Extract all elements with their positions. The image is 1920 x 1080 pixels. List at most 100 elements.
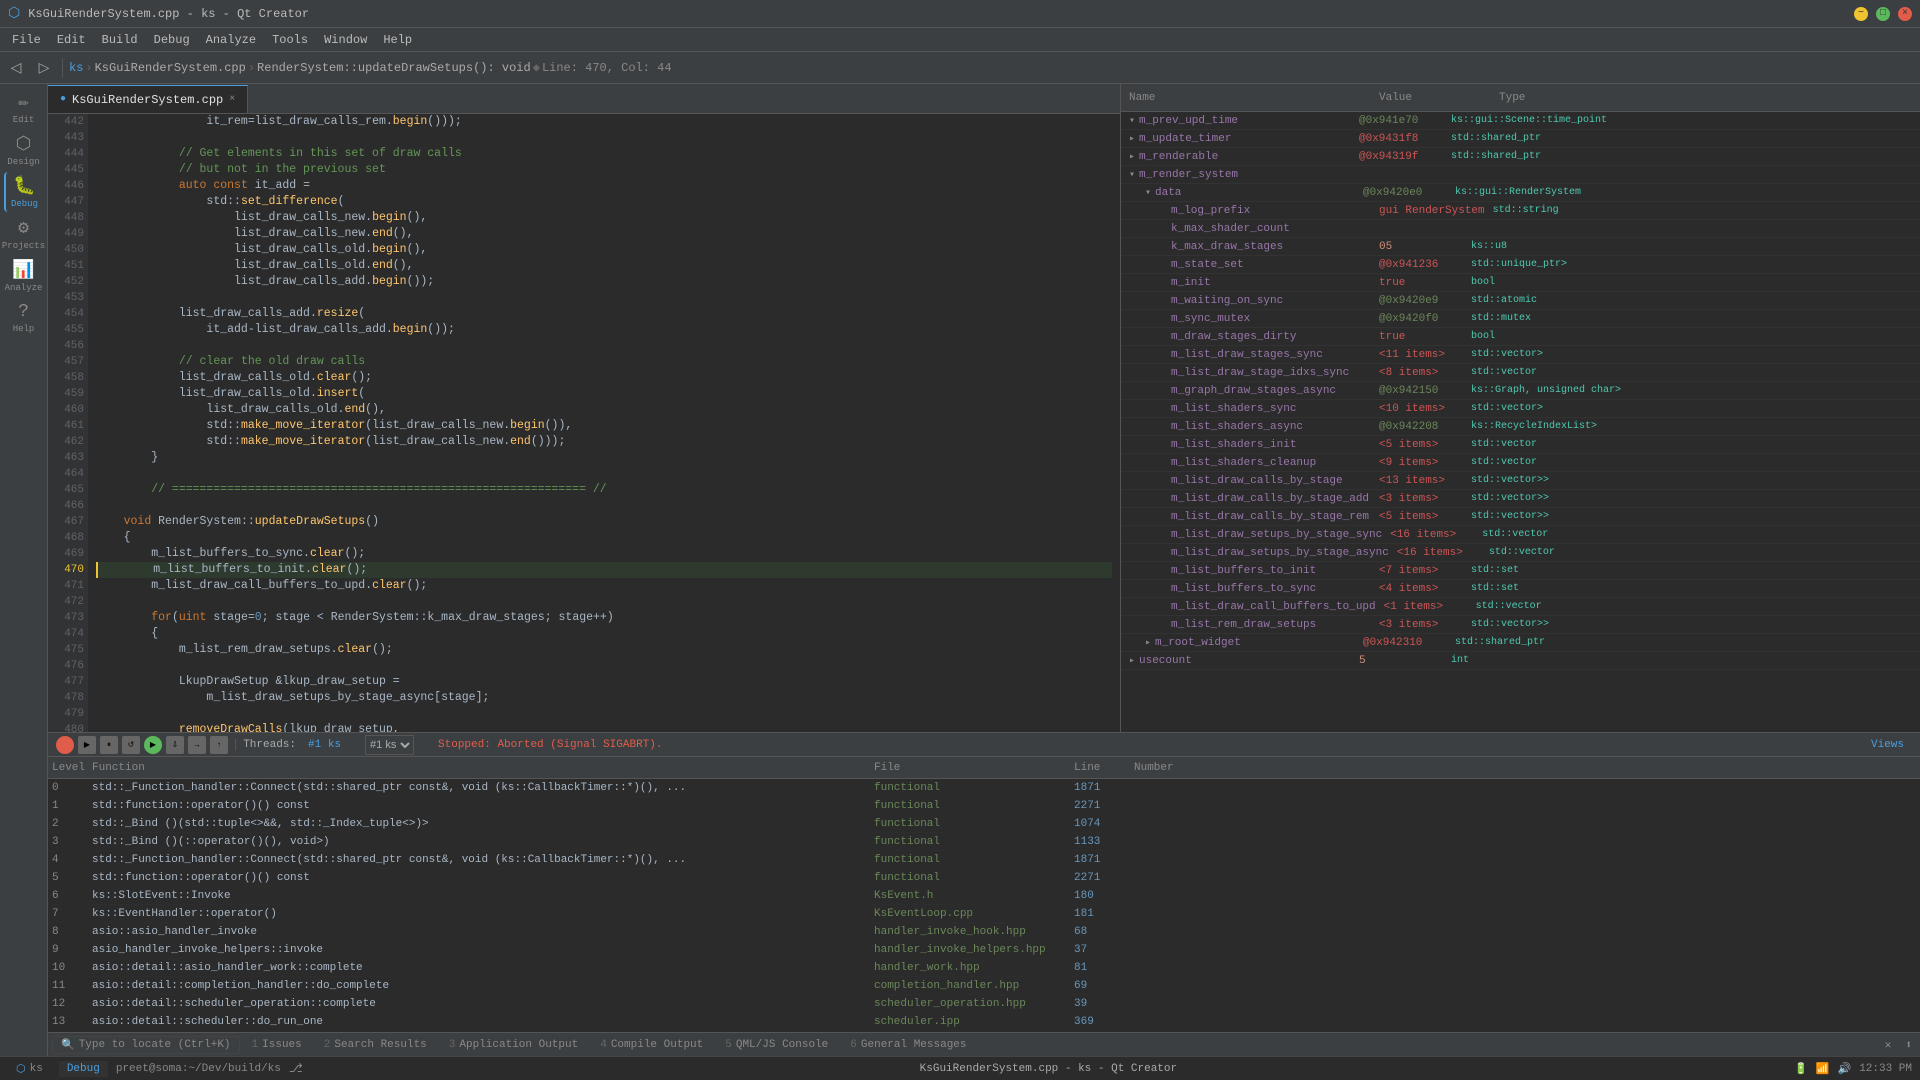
- sidebar-item-design[interactable]: ⬡ Design: [4, 130, 44, 170]
- taskbar-ks-icon[interactable]: ⬡ ks: [8, 1060, 51, 1078]
- stack-row[interactable]: 3 std::_Bind ()(::operator()(), void>) f…: [48, 833, 1920, 851]
- breadcrumb-function[interactable]: RenderSystem::updateDrawSetups(): void: [257, 61, 531, 75]
- sidebar-item-edit[interactable]: ✏ Edit: [4, 88, 44, 128]
- var-row[interactable]: ▸ m_update_timer @0x9431f8 std::shared_p…: [1121, 130, 1920, 148]
- var-toggle[interactable]: ▸: [1141, 637, 1155, 649]
- var-row[interactable]: m_list_draw_setups_by_stage_sync <16 ite…: [1121, 526, 1920, 544]
- debug-btn-3[interactable]: ↺: [122, 736, 140, 754]
- stack-row[interactable]: 6 ks::SlotEvent::Invoke KsEvent.h 180: [48, 887, 1920, 905]
- breadcrumb-file[interactable]: KsGuiRenderSystem.cpp: [95, 61, 246, 75]
- menu-tools[interactable]: Tools: [264, 31, 316, 49]
- tab-general-messages[interactable]: 6General Messages: [840, 1037, 976, 1053]
- menu-build[interactable]: Build: [94, 31, 146, 49]
- stack-row[interactable]: 4 std::_Function_handler::Connect(std::s…: [48, 851, 1920, 869]
- var-row[interactable]: m_list_buffers_to_init <7 items> std::se…: [1121, 562, 1920, 580]
- minimize-button[interactable]: −: [1854, 7, 1868, 21]
- var-row[interactable]: ▾ m_prev_upd_time @0x941e70 ks::gui::Sce…: [1121, 112, 1920, 130]
- var-toggle[interactable]: ▾: [1141, 187, 1155, 199]
- var-row[interactable]: m_state_set @0x941236 std::unique_ptr>: [1121, 256, 1920, 274]
- stack-row[interactable]: 7 ks::EventHandler::operator() KsEventLo…: [48, 905, 1920, 923]
- code-content[interactable]: it_rem=list_draw_calls_rem.begin())); //…: [88, 114, 1120, 732]
- var-row[interactable]: ▸ m_renderable @0x94319f std::shared_ptr: [1121, 148, 1920, 166]
- var-row[interactable]: m_init true bool: [1121, 274, 1920, 292]
- debug-btn-1[interactable]: ▶: [78, 736, 96, 754]
- editor-tab-main[interactable]: ● KsGuiRenderSystem.cpp ×: [48, 85, 248, 113]
- stack-row[interactable]: 13 asio::detail::scheduler::do_run_one s…: [48, 1013, 1920, 1031]
- close-panel-icon[interactable]: ✕: [1877, 1038, 1900, 1052]
- var-row[interactable]: m_sync_mutex @0x9420f0 std::mutex: [1121, 310, 1920, 328]
- var-row[interactable]: k_max_draw_stages 05 ks::u8: [1121, 238, 1920, 256]
- taskbar-debug-item[interactable]: Debug: [59, 1061, 108, 1077]
- var-row[interactable]: m_list_shaders_sync <10 items> std::vect…: [1121, 400, 1920, 418]
- var-row[interactable]: m_graph_draw_stages_async @0x942150 ks::…: [1121, 382, 1920, 400]
- breadcrumb-project[interactable]: ks: [69, 61, 83, 75]
- locate-input[interactable]: 🔍 Type to locate (Ctrl+K): [52, 1036, 240, 1054]
- stack-row[interactable]: 5 std::function::operator()() const func…: [48, 869, 1920, 887]
- thread-selector[interactable]: #1 ks: [365, 735, 414, 755]
- stack-row[interactable]: 2 std::_Bind ()(std::tuple<>&&, std::_In…: [48, 815, 1920, 833]
- var-row[interactable]: m_list_rem_draw_setups <3 items> std::ve…: [1121, 616, 1920, 634]
- sidebar-item-help[interactable]: ? Help: [4, 298, 44, 338]
- debug-btn-6[interactable]: →: [188, 736, 206, 754]
- var-row[interactable]: m_list_draw_stages_sync <11 items> std::…: [1121, 346, 1920, 364]
- debug-btn-7[interactable]: ↑: [210, 736, 228, 754]
- var-toggle[interactable]: ▾: [1125, 115, 1139, 127]
- stack-row[interactable]: 12 asio::detail::scheduler_operation::co…: [48, 995, 1920, 1013]
- var-toggle[interactable]: ▸: [1125, 655, 1139, 667]
- menu-help[interactable]: Help: [375, 31, 420, 49]
- stack-row[interactable]: 10 asio::detail::asio_handler_work::comp…: [48, 959, 1920, 977]
- sidebar-item-projects[interactable]: ⚙ Projects: [4, 214, 44, 254]
- stack-row[interactable]: 8 asio::asio_handler_invoke handler_invo…: [48, 923, 1920, 941]
- stack-row[interactable]: 1 std::function::operator()() const func…: [48, 797, 1920, 815]
- tab-app-output[interactable]: 3Application Output: [439, 1037, 588, 1053]
- debug-btn-4[interactable]: ▶: [144, 736, 162, 754]
- var-row[interactable]: ▾ m_render_system: [1121, 166, 1920, 184]
- var-row[interactable]: m_waiting_on_sync @0x9420e9 std::atomic: [1121, 292, 1920, 310]
- expand-icon[interactable]: ⬆: [1901, 1038, 1916, 1052]
- menu-window[interactable]: Window: [316, 31, 375, 49]
- menu-file[interactable]: File: [4, 31, 49, 49]
- var-row[interactable]: m_list_draw_stage_idxs_sync <8 items> st…: [1121, 364, 1920, 382]
- var-row[interactable]: k_max_shader_count: [1121, 220, 1920, 238]
- var-row[interactable]: m_list_draw_calls_by_stage_add <3 items>…: [1121, 490, 1920, 508]
- var-row[interactable]: m_list_draw_call_buffers_to_upd <1 items…: [1121, 598, 1920, 616]
- menu-analyze[interactable]: Analyze: [198, 31, 264, 49]
- var-row[interactable]: m_list_buffers_to_sync <4 items> std::se…: [1121, 580, 1920, 598]
- debug-btn-5[interactable]: ⇩: [166, 736, 184, 754]
- close-button[interactable]: ×: [1898, 7, 1912, 21]
- menu-debug[interactable]: Debug: [146, 31, 198, 49]
- tab-compile-output[interactable]: 4Compile Output: [590, 1037, 713, 1053]
- forward-button[interactable]: ▷: [32, 56, 56, 80]
- back-button[interactable]: ◁: [4, 56, 28, 80]
- sidebar-item-analyze[interactable]: 📊 Analyze: [4, 256, 44, 296]
- var-row[interactable]: ▾ data @0x9420e0 ks::gui::RenderSystem: [1121, 184, 1920, 202]
- var-row[interactable]: m_list_shaders_init <5 items> std::vecto…: [1121, 436, 1920, 454]
- debug-btn-2[interactable]: ⏸: [100, 736, 118, 754]
- tab-close-1[interactable]: ×: [229, 94, 235, 105]
- stack-row[interactable]: 0 std::_Function_handler::Connect(std::s…: [48, 779, 1920, 797]
- var-row[interactable]: ▸ usecount 5 int: [1121, 652, 1920, 670]
- tab-search-results[interactable]: 2Search Results: [314, 1037, 437, 1053]
- var-toggle[interactable]: ▸: [1125, 151, 1139, 163]
- var-toggle[interactable]: ▾: [1125, 169, 1139, 181]
- var-toggle[interactable]: ▸: [1125, 133, 1139, 145]
- var-row[interactable]: ▸ m_root_widget @0x942310 std::shared_pt…: [1121, 634, 1920, 652]
- stack-row[interactable]: 11 asio::detail::completion_handler::do_…: [48, 977, 1920, 995]
- stop-button[interactable]: [56, 736, 74, 754]
- sidebar-item-debug[interactable]: 🐛 Debug: [4, 172, 44, 212]
- debug-vars[interactable]: ▾ m_prev_upd_time @0x941e70 ks::gui::Sce…: [1121, 112, 1920, 732]
- stack-row[interactable]: 9 asio_handler_invoke_helpers::invoke ha…: [48, 941, 1920, 959]
- var-row[interactable]: m_draw_stages_dirty true bool: [1121, 328, 1920, 346]
- views-button[interactable]: Views: [1863, 739, 1912, 751]
- var-row[interactable]: m_list_draw_calls_by_stage_rem <5 items>…: [1121, 508, 1920, 526]
- menu-edit[interactable]: Edit: [49, 31, 94, 49]
- var-row[interactable]: m_log_prefix gui RenderSystem std::strin…: [1121, 202, 1920, 220]
- var-row[interactable]: m_list_shaders_async @0x942208 ks::Recyc…: [1121, 418, 1920, 436]
- var-row[interactable]: m_list_draw_calls_by_stage <13 items> st…: [1121, 472, 1920, 490]
- maximize-button[interactable]: □: [1876, 7, 1890, 21]
- var-row[interactable]: m_list_draw_setups_by_stage_async <16 it…: [1121, 544, 1920, 562]
- stack-table[interactable]: Level Function File Line Number 0 std::_…: [48, 757, 1920, 1032]
- tab-issues[interactable]: 1Issues: [242, 1037, 312, 1053]
- var-row[interactable]: m_list_shaders_cleanup <9 items> std::ve…: [1121, 454, 1920, 472]
- code-editor[interactable]: 442 443 444 445 446 447 448 449 450 451 …: [48, 114, 1120, 732]
